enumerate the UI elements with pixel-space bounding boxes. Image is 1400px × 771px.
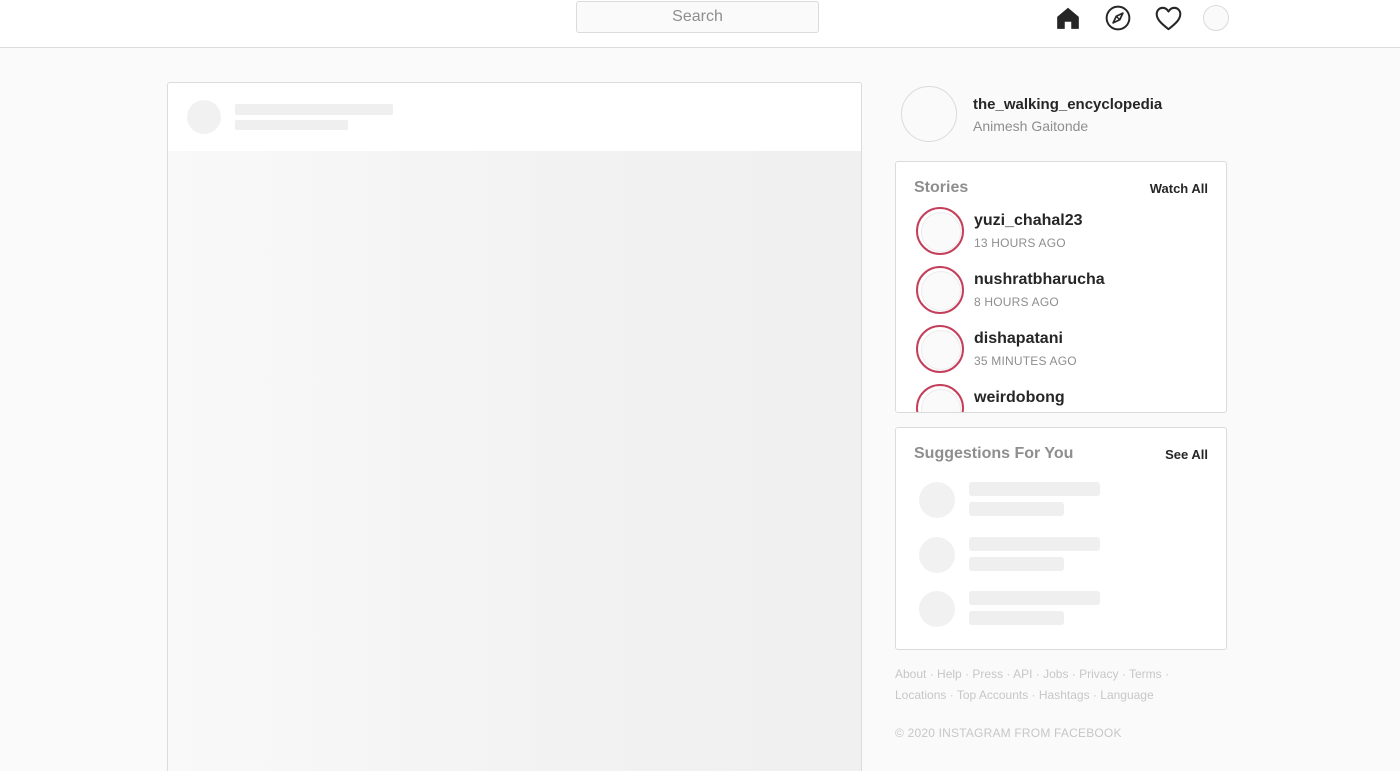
stories-title: Stories <box>914 179 969 196</box>
see-all-button[interactable]: See All <box>1165 447 1208 462</box>
suggestion-name-placeholder <box>969 591 1100 605</box>
story-username[interactable]: nushratbharucha <box>974 271 1105 289</box>
current-user-username[interactable]: the_walking_encyclopedia <box>973 96 1162 113</box>
post-location-placeholder <box>235 120 348 130</box>
suggestions-header: Suggestions For You See All <box>914 444 1208 464</box>
suggestion-placeholder <box>919 537 1209 577</box>
story-username[interactable]: weirdobong <box>974 389 1065 407</box>
current-user-avatar[interactable] <box>901 86 957 142</box>
story-item[interactable]: yuzi_chahal23 13 HOURS AGO <box>916 207 1216 257</box>
footer-links: About · Help · Press · API · Jobs · Priv… <box>895 667 1169 702</box>
top-nav: Search <box>0 0 1400 48</box>
story-avatar[interactable] <box>916 266 964 314</box>
search-placeholder: Search <box>672 8 723 25</box>
footer-link-privacy[interactable]: Privacy <box>1079 667 1118 681</box>
footer-link-press[interactable]: Press <box>972 667 1003 681</box>
story-item[interactable]: weirdobong <box>916 384 1216 412</box>
profile-avatar[interactable] <box>1203 5 1229 31</box>
post-username-placeholder <box>235 104 393 115</box>
footer-link-api[interactable]: API <box>1013 667 1032 681</box>
suggestion-avatar-placeholder <box>919 537 955 573</box>
footer-link-language[interactable]: Language <box>1100 688 1153 702</box>
story-item[interactable]: dishapatani 35 MINUTES AGO <box>916 325 1216 375</box>
suggestion-subtitle-placeholder <box>969 502 1064 516</box>
footer-link-hashtags[interactable]: Hashtags <box>1039 688 1090 702</box>
suggestion-name-placeholder <box>969 482 1100 496</box>
footer-link-help[interactable]: Help <box>937 667 962 681</box>
story-item[interactable]: nushratbharucha 8 HOURS AGO <box>916 266 1216 316</box>
footer-link-about[interactable]: About <box>895 667 926 681</box>
nav-icons <box>1053 4 1229 32</box>
story-avatar[interactable] <box>916 325 964 373</box>
suggestion-subtitle-placeholder <box>969 611 1064 625</box>
explore-icon[interactable] <box>1103 4 1133 32</box>
story-time: 35 MINUTES AGO <box>974 354 1077 368</box>
search-input[interactable]: Search <box>576 1 819 33</box>
story-username[interactable]: yuzi_chahal23 <box>974 212 1083 230</box>
feed-post-placeholder <box>167 82 862 771</box>
suggestion-placeholder <box>919 591 1209 631</box>
home-icon[interactable] <box>1053 4 1083 32</box>
suggestions-panel: Suggestions For You See All <box>895 427 1227 650</box>
suggestion-avatar-placeholder <box>919 591 955 627</box>
footer-link-locations[interactable]: Locations <box>895 688 946 702</box>
story-username[interactable]: dishapatani <box>974 330 1063 348</box>
heart-icon[interactable] <box>1153 4 1183 32</box>
watch-all-button[interactable]: Watch All <box>1150 181 1208 196</box>
post-media-placeholder <box>168 151 861 771</box>
suggestion-subtitle-placeholder <box>969 557 1064 571</box>
suggestions-title: Suggestions For You <box>914 445 1074 462</box>
suggestion-placeholder <box>919 482 1209 522</box>
suggestion-name-placeholder <box>969 537 1100 551</box>
story-avatar[interactable] <box>916 207 964 255</box>
story-time: 8 HOURS AGO <box>974 295 1059 309</box>
story-avatar[interactable] <box>916 384 964 412</box>
stories-panel: Stories Watch All yuzi_chahal23 13 HOURS… <box>895 161 1227 413</box>
footer-link-jobs[interactable]: Jobs <box>1043 667 1068 681</box>
post-header-placeholder <box>168 83 861 151</box>
current-user-fullname: Animesh Gaitonde <box>973 118 1089 134</box>
suggestion-avatar-placeholder <box>919 482 955 518</box>
copyright: © 2020 INSTAGRAM FROM FACEBOOK <box>895 726 1122 740</box>
stories-header: Stories Watch All <box>914 178 1208 198</box>
story-time: 13 HOURS AGO <box>974 236 1066 250</box>
footer-link-top-accounts[interactable]: Top Accounts <box>957 688 1028 702</box>
post-avatar-placeholder <box>187 100 221 134</box>
footer-link-terms[interactable]: Terms <box>1129 667 1162 681</box>
